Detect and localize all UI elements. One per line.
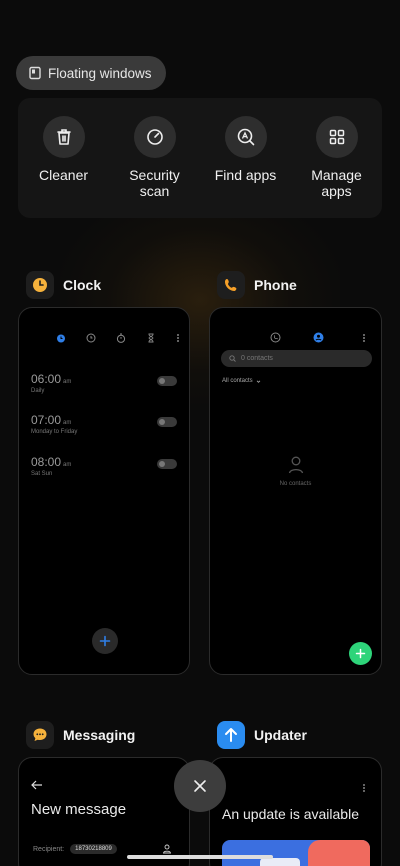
manage-apps-button[interactable]: Manage apps: [295, 116, 379, 218]
app-search-icon: [224, 116, 267, 158]
clock-app-icon: [26, 271, 54, 299]
alarm-repeat: Sat Sun: [31, 471, 53, 477]
alarm-row[interactable]: 08:00 am Sat Sun: [31, 453, 181, 483]
find-apps-button[interactable]: Find apps: [204, 116, 288, 218]
contact-picker-icon[interactable]: [162, 844, 172, 854]
alarm-repeat: Daily: [31, 388, 45, 394]
messaging-app-header[interactable]: Messaging: [26, 721, 135, 749]
phone-app-header[interactable]: Phone: [217, 271, 297, 299]
person-icon: [288, 456, 303, 474]
chevron-down-icon: [256, 380, 260, 383]
timer-tab-icon[interactable]: [146, 330, 156, 348]
alarm-time: 06:00: [31, 372, 62, 386]
search-icon: [229, 355, 236, 362]
security-gauge-icon: [133, 116, 176, 158]
updater-app-header[interactable]: Updater: [217, 721, 307, 749]
alarm-time: 08:00: [31, 455, 62, 469]
phone-tab-bar: [270, 330, 324, 348]
security-scan-label: Security scan: [129, 167, 180, 199]
contacts-tab-icon[interactable]: [313, 330, 324, 348]
clock-app-header[interactable]: Clock: [26, 271, 101, 299]
add-contact-button[interactable]: [349, 642, 372, 665]
alarm-ampm: am: [63, 462, 72, 468]
alarm-time: 07:00: [31, 413, 62, 427]
floating-windows-label: Floating windows: [48, 65, 152, 81]
messaging-app-title: Messaging: [63, 727, 136, 743]
cleaner-button[interactable]: Cleaner: [22, 116, 106, 218]
phone-app-card[interactable]: 0 contacts All contacts No contacts: [209, 307, 382, 675]
recipient-chip[interactable]: 18730218809: [70, 844, 117, 854]
empty-contacts-label: No contacts: [279, 481, 312, 487]
stopwatch-tab-icon[interactable]: [116, 330, 126, 348]
world-clock-tab-icon[interactable]: [86, 330, 96, 348]
updater-app-card[interactable]: An update is available: [209, 757, 382, 866]
trash-icon: [42, 116, 85, 158]
messaging-app-icon: [26, 721, 54, 749]
clock-tab-bar: [56, 330, 180, 348]
manage-apps-label: Manage apps: [311, 167, 362, 199]
update-banner-image: [222, 840, 370, 866]
home-indicator[interactable]: [127, 855, 273, 859]
contacts-filter-dropdown[interactable]: All contacts: [222, 378, 261, 384]
alarm-row[interactable]: 07:00 am Monday to Friday: [31, 411, 181, 441]
find-apps-label: Find apps: [214, 167, 277, 183]
alarm-toggle[interactable]: [157, 376, 177, 386]
alarm-repeat: Monday to Friday: [31, 429, 78, 435]
new-message-heading: New message: [31, 801, 127, 818]
empty-contacts-state: No contacts: [210, 456, 381, 487]
floating-window-icon: [28, 66, 42, 80]
clock-app-card[interactable]: 06:00 am Daily 07:00 am Monday to Friday 0…: [18, 307, 190, 675]
recents-tab-icon[interactable]: [270, 330, 281, 348]
more-options-icon[interactable]: [176, 330, 180, 348]
updater-app-icon: [217, 721, 245, 749]
messaging-app-card[interactable]: New message Recipient: 18730218809: [18, 757, 190, 866]
plus-icon: [355, 648, 366, 659]
security-scan-button[interactable]: Security scan: [113, 116, 197, 218]
more-options-icon[interactable]: [362, 330, 366, 348]
alarm-toggle[interactable]: [157, 459, 177, 469]
back-arrow-icon[interactable]: [31, 780, 43, 790]
alarm-tab-icon[interactable]: [56, 330, 66, 348]
phone-app-icon: [217, 271, 245, 299]
cleaner-label: Cleaner: [38, 167, 89, 183]
updater-app-title: Updater: [254, 727, 307, 743]
search-placeholder: 0 contacts: [241, 355, 273, 362]
alarm-row[interactable]: 06:00 am Daily: [31, 370, 181, 400]
close-icon: [194, 780, 206, 792]
update-available-text: An update is available: [222, 806, 359, 822]
alarm-ampm: am: [63, 420, 72, 426]
grid-icon: [315, 116, 358, 158]
floating-windows-button[interactable]: Floating windows: [16, 56, 166, 90]
more-options-icon[interactable]: [362, 780, 366, 798]
alarm-ampm: am: [63, 379, 72, 385]
quick-tools-panel: Cleaner Security scan Find apps Manage a…: [18, 98, 382, 218]
add-alarm-button[interactable]: [92, 628, 118, 654]
alarm-toggle[interactable]: [157, 417, 177, 427]
clear-all-button[interactable]: [174, 760, 226, 812]
contacts-search-input[interactable]: 0 contacts: [221, 350, 372, 367]
recipient-row[interactable]: Recipient: 18730218809: [33, 844, 117, 854]
phone-app-title: Phone: [254, 277, 297, 293]
plus-icon: [99, 635, 111, 647]
clock-app-title: Clock: [63, 277, 102, 293]
recipient-label: Recipient:: [33, 845, 65, 853]
contacts-filter-label: All contacts: [222, 378, 253, 384]
